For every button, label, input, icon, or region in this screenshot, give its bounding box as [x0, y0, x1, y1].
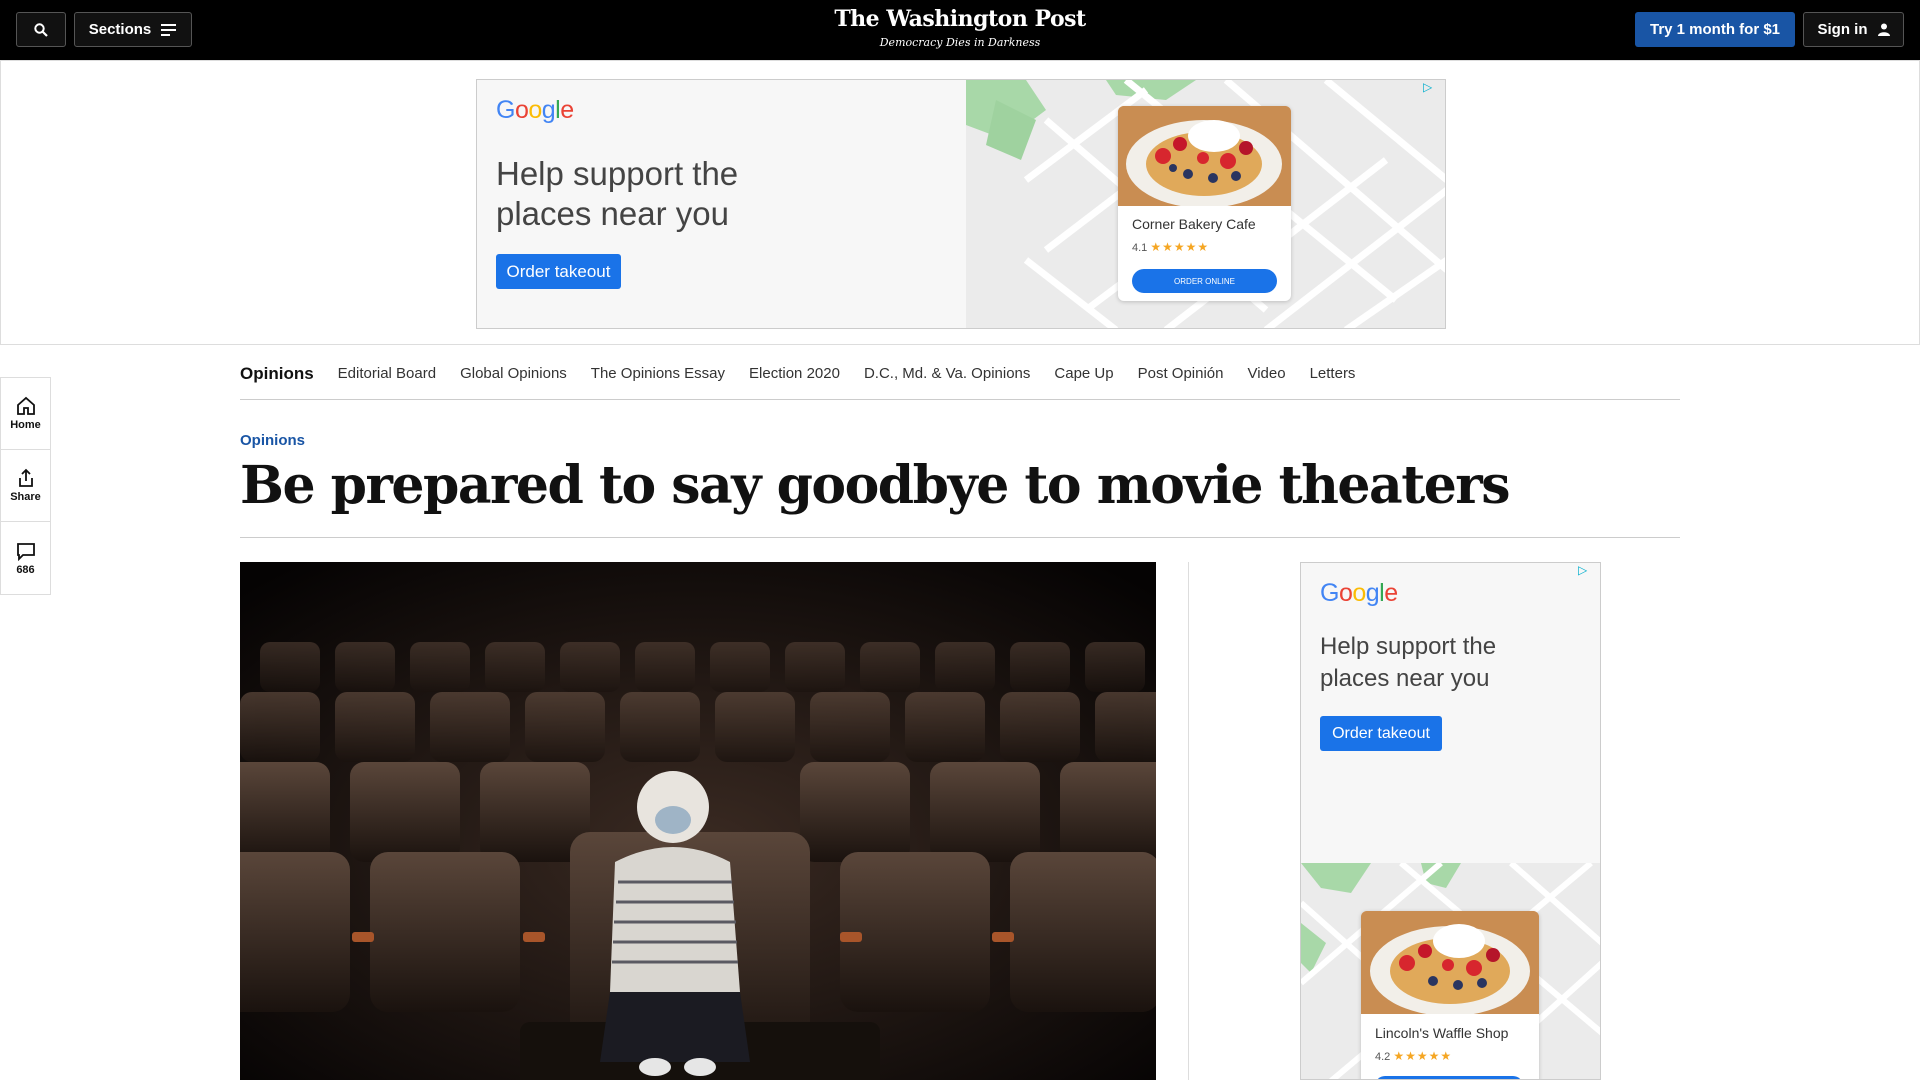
side-ad-rating: 4.2 ★★★★★ [1375, 1049, 1452, 1063]
sign-in-label: Sign in [1817, 21, 1868, 38]
side-order-online-button[interactable] [1375, 1076, 1523, 1079]
side-order-takeout-button[interactable]: Order takeout [1320, 716, 1442, 751]
subnav-item-editorial-board[interactable]: Editorial Board [338, 365, 436, 382]
comments-count: 686 [16, 563, 35, 576]
top-navigation-bar: Sections The Washington Post Democracy D… [0, 0, 1920, 60]
rating-value: 4.2 [1375, 1051, 1391, 1063]
subnav-item-opinions-essay[interactable]: The Opinions Essay [591, 365, 725, 382]
side-ad-banner[interactable]: ▷ Google Help support the places near yo… [1300, 562, 1601, 1080]
sign-in-button[interactable]: Sign in [1803, 12, 1904, 47]
top-ad-text-panel: Google Help support the places near you … [477, 80, 966, 328]
waffle-image [1361, 911, 1539, 1014]
rating-value: 4.1 [1132, 242, 1148, 254]
top-ad-place-card[interactable]: Corner Bakery Cafe 4.1 ★★★★★ ORDER ONLIN… [1118, 106, 1291, 301]
google-logo: Google [496, 96, 574, 124]
sections-menu-button[interactable]: Sections [74, 12, 192, 47]
subnav-item-post-opinion[interactable]: Post Opinión [1138, 365, 1224, 382]
adchoices-icon[interactable]: ▷ [1578, 563, 1592, 577]
top-ad-rating: 4.1 ★★★★★ [1132, 240, 1209, 254]
home-label: Home [10, 419, 41, 431]
sections-label: Sections [88, 21, 152, 38]
article-side-rail: Home Share 686 [0, 377, 51, 595]
site-logo[interactable]: The Washington Post Democracy Dies in Da… [760, 6, 1160, 49]
theater-photo [240, 562, 1156, 1080]
headline-divider [240, 537, 1680, 538]
top-ad-slot: Google Help support the places near you … [0, 60, 1920, 345]
subnav-item-video[interactable]: Video [1247, 365, 1285, 382]
hamburger-icon [161, 23, 177, 36]
subscribe-button[interactable]: Try 1 month for $1 [1635, 12, 1795, 47]
logo-tagline: Democracy Dies in Darkness [879, 36, 1041, 49]
google-logo: Google [1320, 579, 1398, 607]
subnav-item-global-opinions[interactable]: Global Opinions [460, 365, 567, 382]
comments-button[interactable]: 686 [1, 522, 50, 594]
side-ad-map: Lincoln's Waffle Shop 4.2 ★★★★★ [1301, 863, 1600, 1079]
comment-icon [16, 542, 35, 561]
side-ad-place-card[interactable]: Lincoln's Waffle Shop 4.2 ★★★★★ [1361, 911, 1539, 1079]
rating-stars-icon: ★★★★★ [1393, 1049, 1453, 1063]
top-ad-banner[interactable]: Google Help support the places near you … [476, 79, 1446, 329]
rating-stars-icon: ★★★★★ [1150, 240, 1210, 254]
subnav-item-election-2020[interactable]: Election 2020 [749, 365, 840, 382]
share-icon [18, 468, 33, 487]
article-headline: Be prepared to say goodbye to movie thea… [240, 455, 1510, 516]
top-ad-map: Corner Bakery Cafe 4.1 ★★★★★ ORDER ONLIN… [966, 80, 1445, 328]
home-icon [16, 396, 35, 415]
subnav-item-cape-up[interactable]: Cape Up [1054, 365, 1113, 382]
subnav-item-letters[interactable]: Letters [1310, 365, 1356, 382]
adchoices-icon[interactable]: ▷ [1423, 80, 1437, 94]
top-ad-headline: Help support the places near you [496, 155, 739, 232]
subnav-item-dc-md-va[interactable]: D.C., Md. & Va. Opinions [864, 365, 1030, 382]
side-ad-place-name: Lincoln's Waffle Shop [1375, 1025, 1509, 1041]
subnav-item-opinions[interactable]: Opinions [240, 364, 314, 384]
order-online-button[interactable]: ORDER ONLINE [1132, 269, 1277, 293]
top-ad-place-name: Corner Bakery Cafe [1132, 216, 1256, 232]
article-kicker[interactable]: Opinions [240, 432, 305, 449]
side-ad-headline: Help support the places near you [1320, 633, 1497, 692]
article-lead-image[interactable] [240, 562, 1156, 1080]
order-takeout-button[interactable]: Order takeout [496, 254, 621, 289]
logo-title: The Washington Post [834, 6, 1086, 32]
opinions-subnav: Opinions Editorial Board Global Opinions… [240, 348, 1680, 400]
user-icon [1877, 23, 1890, 36]
share-label: Share [10, 491, 41, 503]
waffle-image [1118, 106, 1291, 206]
share-button[interactable]: Share [1, 450, 50, 522]
home-button[interactable]: Home [1, 378, 50, 450]
search-button[interactable] [16, 12, 66, 47]
search-icon [34, 22, 48, 37]
column-divider [1188, 562, 1189, 1080]
